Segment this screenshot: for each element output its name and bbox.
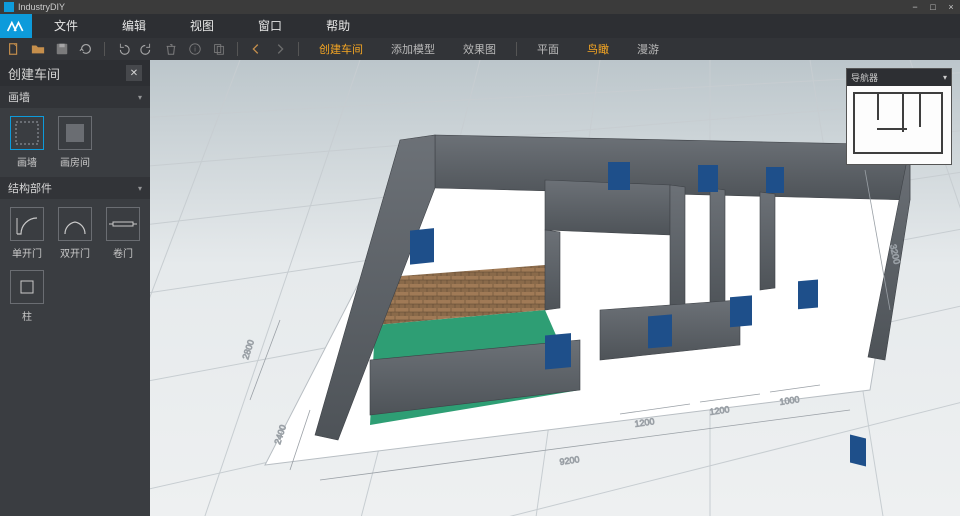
mode-add-model[interactable]: 添加模型 (381, 41, 445, 57)
panel-header: 创建车间 ✕ (0, 60, 150, 86)
title-bar: IndustryDIY − □ × (0, 0, 960, 14)
menu-window[interactable]: 窗口 (236, 14, 304, 38)
arrow-left-icon[interactable] (248, 41, 264, 57)
delete-icon[interactable] (163, 41, 179, 57)
tool-label: 画房间 (60, 154, 90, 169)
separator (104, 42, 105, 56)
window-close[interactable]: × (942, 0, 960, 14)
svg-text:1200: 1200 (709, 404, 730, 417)
mode-plan[interactable]: 平面 (527, 41, 569, 57)
minimap-expand-icon[interactable]: ▾ (943, 73, 947, 82)
svg-text:2800: 2800 (240, 338, 256, 360)
tool-label: 柱 (22, 308, 32, 323)
refresh-icon[interactable] (78, 41, 94, 57)
menu-help[interactable]: 帮助 (304, 14, 372, 38)
tool-column[interactable]: 柱 (8, 270, 46, 323)
copy-icon[interactable] (211, 41, 227, 57)
tool-label: 画墙 (17, 154, 37, 169)
section-components[interactable]: 结构部件 ▾ (0, 177, 150, 199)
separator (516, 42, 517, 56)
mode-walk[interactable]: 漫游 (627, 41, 669, 57)
minimap-title: 导航器 (851, 71, 878, 84)
minimap-body (847, 86, 951, 164)
tool-label: 双开门 (60, 245, 90, 260)
tool-roll-door[interactable]: 卷门 (104, 207, 142, 260)
tool-single-door[interactable]: 单开门 (8, 207, 46, 260)
arrow-right-icon[interactable] (272, 41, 288, 57)
chevron-down-icon: ▾ (138, 93, 142, 102)
separator (237, 42, 238, 56)
panel-close-icon[interactable]: ✕ (126, 65, 142, 81)
minimap-title-bar: 导航器 ▾ (847, 69, 951, 86)
wall-draw-icon (10, 116, 44, 150)
menu-edit[interactable]: 编辑 (100, 14, 168, 38)
mode-create-workshop[interactable]: 创建车间 (309, 41, 373, 57)
room-draw-icon (58, 116, 92, 150)
app-icon (4, 2, 14, 12)
tool-double-door[interactable]: 双开门 (56, 207, 94, 260)
menu-file[interactable]: 文件 (32, 14, 100, 38)
window-maximize[interactable]: □ (924, 0, 942, 14)
svg-text:i: i (194, 47, 196, 54)
floor-grid: 2800 2400 3200 1000 1200 1200 9200 (150, 60, 960, 516)
menu-view[interactable]: 视图 (168, 14, 236, 38)
svg-text:9200: 9200 (559, 454, 580, 467)
info-icon[interactable]: i (187, 41, 203, 57)
roll-door-icon (106, 207, 140, 241)
tool-draw-room[interactable]: 画房间 (56, 116, 94, 169)
sidebar: 创建车间 ✕ 画墙 ▾ 画墙 画房间 结构部件 ▾ (0, 60, 150, 516)
tool-label: 卷门 (113, 245, 133, 260)
panel-title: 创建车间 (8, 64, 60, 83)
svg-text:1000: 1000 (779, 394, 800, 407)
viewport-3d[interactable]: 2800 2400 3200 1000 1200 1200 9200 导航器 ▾ (150, 60, 960, 516)
single-door-icon (10, 207, 44, 241)
window-minimize[interactable]: − (906, 0, 924, 14)
section-wall[interactable]: 画墙 ▾ (0, 86, 150, 108)
mode-render[interactable]: 效果图 (453, 41, 506, 57)
chevron-down-icon: ▾ (138, 184, 142, 193)
tool-label: 单开门 (12, 245, 42, 260)
tool-draw-wall[interactable]: 画墙 (8, 116, 46, 169)
new-file-icon[interactable] (6, 41, 22, 57)
save-icon[interactable] (54, 41, 70, 57)
app-title: IndustryDIY (18, 2, 65, 12)
undo-icon[interactable] (115, 41, 131, 57)
column-icon (10, 270, 44, 304)
menu-bar: 文件 编辑 视图 窗口 帮助 (0, 14, 960, 38)
svg-text:1200: 1200 (634, 416, 655, 429)
separator (298, 42, 299, 56)
minimap[interactable]: 导航器 ▾ (846, 68, 952, 165)
open-folder-icon[interactable] (30, 41, 46, 57)
section-components-label: 结构部件 (8, 180, 52, 196)
brand-logo[interactable] (0, 14, 32, 38)
redo-icon[interactable] (139, 41, 155, 57)
mode-birdseye[interactable]: 鸟瞰 (577, 41, 619, 57)
main-area: 创建车间 ✕ 画墙 ▾ 画墙 画房间 结构部件 ▾ (0, 60, 960, 516)
toolbar: i 创建车间 添加模型 效果图 平面 鸟瞰 漫游 (0, 38, 960, 60)
section-wall-label: 画墙 (8, 89, 30, 105)
double-door-icon (58, 207, 92, 241)
